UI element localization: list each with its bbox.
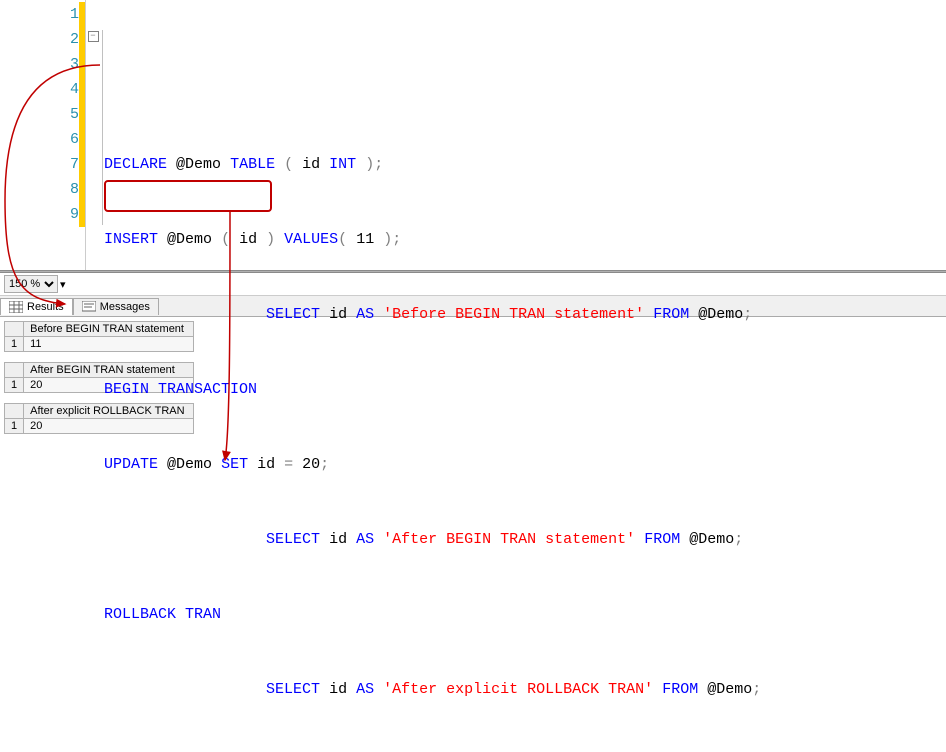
zoom-select[interactable]: 150 % bbox=[4, 275, 58, 293]
fold-line bbox=[102, 30, 103, 225]
change-marker bbox=[79, 2, 85, 227]
grid-corner bbox=[5, 363, 24, 378]
grid-corner bbox=[5, 322, 24, 337]
tab-label: Results bbox=[27, 301, 64, 313]
code-line: BEGIN TRANSACTION bbox=[104, 377, 946, 402]
line-number: 7 bbox=[0, 152, 79, 177]
line-number: 5 bbox=[0, 102, 79, 127]
tab-results[interactable]: Results bbox=[0, 298, 73, 315]
code-line: INSERT @Demo ( id ) VALUES( 11 ); bbox=[104, 227, 946, 252]
fold-margin: − bbox=[86, 0, 100, 270]
code-line: SELECT id AS 'After explicit ROLLBACK TR… bbox=[104, 677, 946, 702]
line-number: 8 bbox=[0, 177, 79, 202]
row-number[interactable]: 1 bbox=[5, 419, 24, 434]
code-line: ROLLBACK TRAN bbox=[104, 602, 946, 627]
grid-icon bbox=[9, 301, 23, 313]
line-number: 1 bbox=[0, 2, 79, 27]
fold-toggle[interactable]: − bbox=[88, 31, 99, 42]
line-number: 6 bbox=[0, 127, 79, 152]
code-area[interactable]: DECLARE @Demo TABLE ( id INT ); INSERT @… bbox=[100, 0, 946, 270]
line-number-gutter: 1 2 3 4 5 6 7 8 9 bbox=[0, 0, 86, 270]
code-line: UPDATE @Demo SET id = 20; bbox=[104, 452, 946, 477]
code-line: DECLARE @Demo TABLE ( id INT ); bbox=[104, 152, 946, 177]
line-number: 3 bbox=[0, 52, 79, 77]
zoom-dropdown-icon: ▾ bbox=[60, 278, 66, 291]
code-line: SELECT id AS 'After BEGIN TRAN statement… bbox=[104, 527, 946, 552]
line-number: 2 bbox=[0, 27, 79, 52]
code-line bbox=[104, 77, 946, 102]
row-number[interactable]: 1 bbox=[5, 337, 24, 352]
row-number[interactable]: 1 bbox=[5, 378, 24, 393]
code-line: SELECT id AS 'Before BEGIN TRAN statemen… bbox=[104, 302, 946, 327]
line-number: 4 bbox=[0, 77, 79, 102]
code-editor[interactable]: 1 2 3 4 5 6 7 8 9 − DECLARE @Demo TABLE … bbox=[0, 0, 946, 270]
grid-corner bbox=[5, 404, 24, 419]
line-number: 9 bbox=[0, 202, 79, 227]
messages-icon bbox=[82, 301, 96, 313]
